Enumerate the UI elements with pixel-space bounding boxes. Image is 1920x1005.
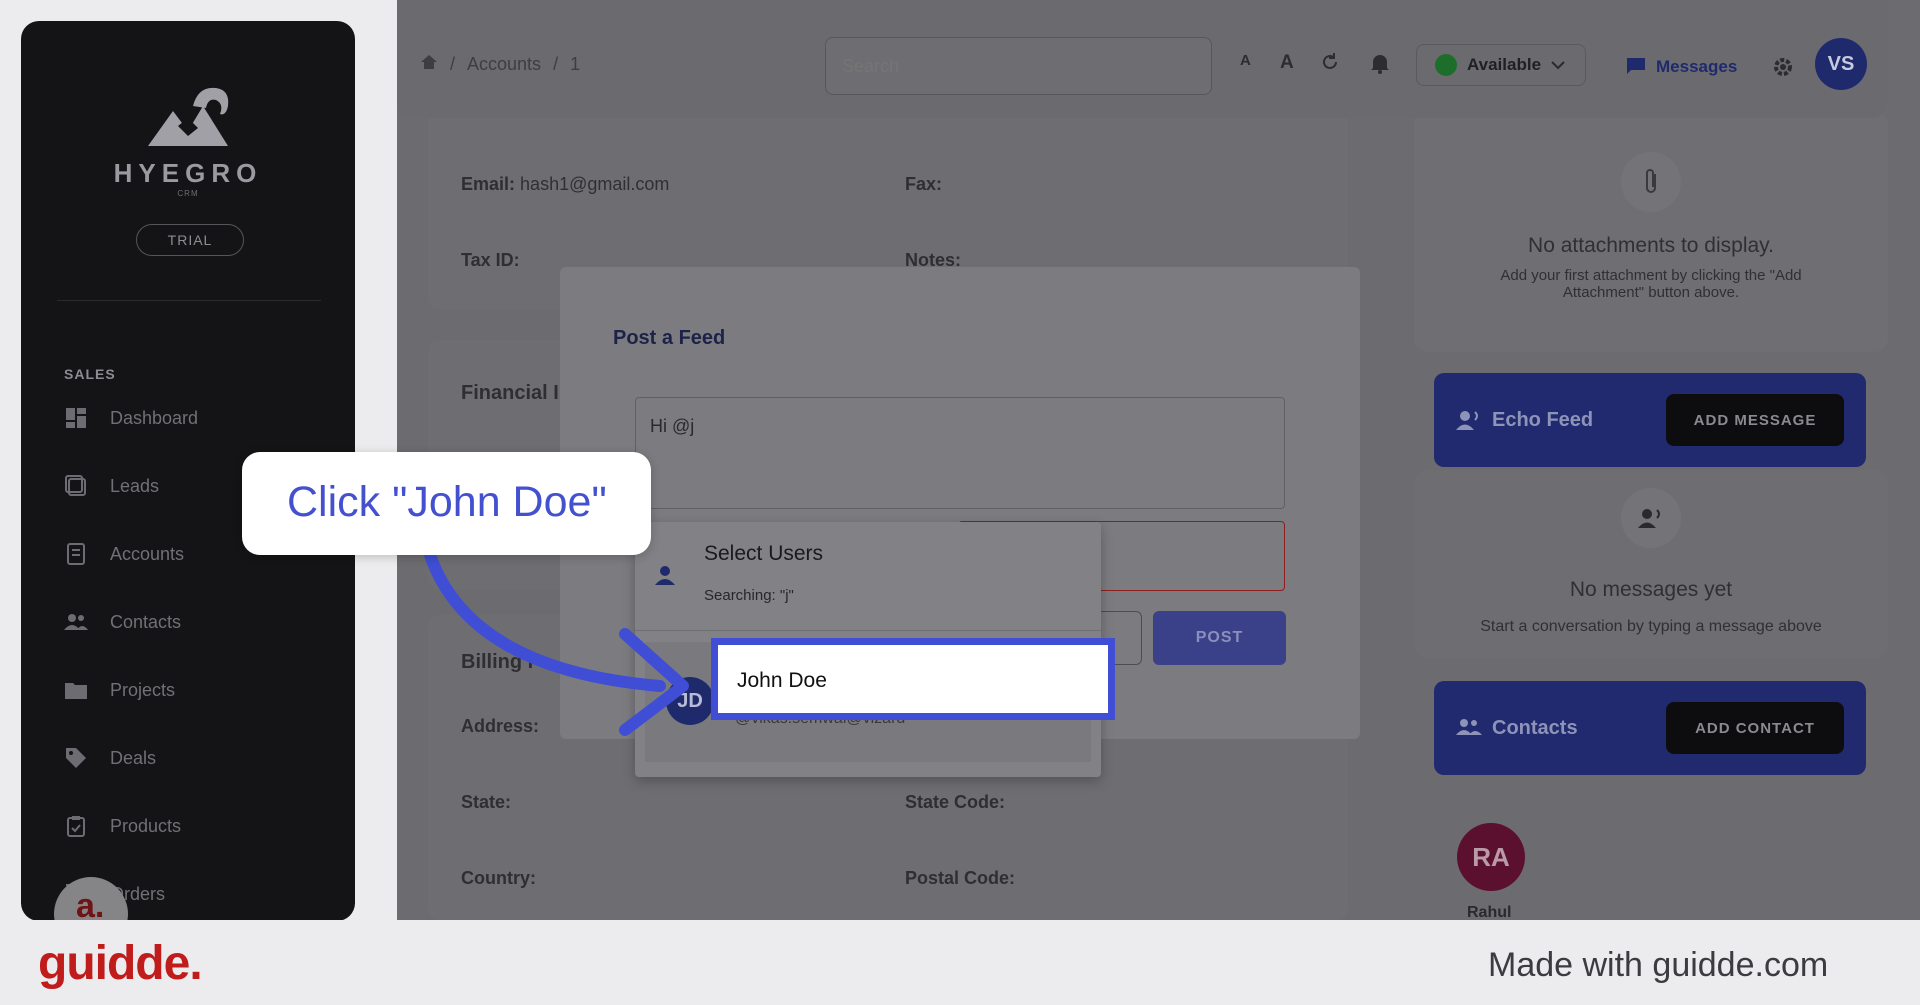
echo-feed-header: Echo Feed ADD MESSAGE bbox=[1434, 373, 1866, 467]
brand-name: HYEGRO bbox=[113, 158, 263, 188]
contact-avatar[interactable]: RA bbox=[1457, 823, 1525, 891]
callout-text: Click "John Doe" bbox=[287, 478, 607, 526]
message-icon bbox=[1626, 57, 1646, 80]
clipboard-icon bbox=[64, 814, 88, 838]
user-option-john-doe[interactable]: John Doe bbox=[711, 638, 1115, 720]
contacts-icon bbox=[64, 610, 88, 634]
sidebar-item-label: Projects bbox=[110, 679, 176, 700]
font-increase-button[interactable]: A bbox=[1280, 52, 1294, 74]
sidebar-item-label: Dashboard bbox=[110, 407, 199, 428]
refresh-icon[interactable] bbox=[1320, 52, 1340, 77]
brand-logo[interactable]: HYEGRO CRM bbox=[21, 76, 355, 198]
paperclip-icon bbox=[1621, 152, 1681, 212]
add-message-button[interactable]: ADD MESSAGE bbox=[1666, 394, 1844, 446]
email-label: Email: hash1@gmail.com bbox=[461, 174, 670, 194]
address-label: Address: bbox=[461, 716, 540, 736]
speaker-icon bbox=[1456, 409, 1482, 436]
state-label: State: bbox=[461, 792, 512, 812]
person-icon bbox=[654, 564, 676, 591]
sidebar-item-contacts[interactable]: Contacts bbox=[64, 610, 181, 634]
modal-title: Post a Feed bbox=[613, 327, 726, 349]
brand-sub: CRM bbox=[177, 189, 199, 198]
fax-label: Fax: bbox=[905, 174, 943, 194]
search-input[interactable] bbox=[825, 37, 1212, 95]
dropdown-divider bbox=[635, 630, 1101, 631]
contacts-title: Contacts bbox=[1492, 717, 1578, 739]
availability-select[interactable]: Available bbox=[1416, 44, 1586, 86]
attachments-card: No attachments to display. Add your firs… bbox=[1414, 110, 1888, 352]
feed-textarea[interactable]: Hi @j bbox=[635, 397, 1285, 509]
chevron-down-icon bbox=[1551, 55, 1565, 75]
option-avatar: JD bbox=[666, 677, 714, 725]
sidebar-item-deals[interactable]: Deals bbox=[64, 746, 156, 770]
guide-callout: Click "John Doe" bbox=[242, 452, 651, 555]
contacts-header: Contacts ADD CONTACT bbox=[1434, 681, 1866, 775]
dropdown-title: Select Users bbox=[704, 542, 824, 565]
email-value: hash1@gmail.com bbox=[520, 174, 670, 194]
made-with-text: Made with guidde.com bbox=[1488, 946, 1829, 984]
messages-link[interactable]: Messages bbox=[1626, 57, 1737, 80]
gear-icon[interactable] bbox=[1772, 56, 1794, 83]
status-dot bbox=[1435, 54, 1457, 76]
home-icon[interactable] bbox=[420, 54, 438, 75]
add-contact-button[interactable]: ADD CONTACT bbox=[1666, 702, 1844, 754]
tax-id-label: Tax ID: bbox=[461, 250, 520, 270]
accounts-icon bbox=[64, 542, 88, 566]
echo-feed-card: No messages yet Start a conversation by … bbox=[1414, 470, 1888, 658]
dashboard-icon bbox=[64, 406, 88, 430]
country-label: Country: bbox=[461, 868, 536, 888]
echo-feed-title: Echo Feed bbox=[1492, 409, 1594, 431]
sidebar-section-sales: SALES bbox=[64, 366, 116, 382]
attachments-hint: Add your first attachment by clicking th… bbox=[1500, 267, 1802, 301]
sidebar-item-dashboard[interactable]: Dashboard bbox=[64, 406, 198, 430]
breadcrumb-accounts[interactable]: Accounts bbox=[467, 54, 541, 75]
breadcrumb-current: 1 bbox=[570, 54, 581, 74]
messages-hint: Start a conversation by typing a message… bbox=[1480, 618, 1822, 635]
elephant-logo-icon bbox=[148, 87, 229, 146]
state-code-label: State Code: bbox=[905, 792, 1006, 812]
status-label: Available bbox=[1467, 55, 1542, 74]
messages-empty: No messages yet bbox=[1569, 578, 1733, 601]
sidebar-item-projects[interactable]: Projects bbox=[64, 678, 175, 702]
leads-icon bbox=[64, 474, 88, 498]
contacts-icon bbox=[1456, 717, 1482, 742]
postal-code-label: Postal Code: bbox=[905, 868, 1016, 888]
trial-badge: TRIAL bbox=[136, 224, 244, 256]
speaker-icon bbox=[1621, 488, 1681, 548]
guidde-logo[interactable]: guidde. bbox=[38, 936, 203, 991]
bell-icon[interactable] bbox=[1370, 52, 1390, 79]
dropdown-subtitle: Searching: "j" bbox=[704, 587, 794, 604]
sidebar-item-label: Products bbox=[110, 815, 182, 836]
attachments-empty: No attachments to display. bbox=[1528, 234, 1774, 257]
tag-icon bbox=[64, 746, 88, 770]
sidebar-item-label: Contacts bbox=[110, 611, 182, 632]
sidebar-item-products[interactable]: Products bbox=[64, 814, 181, 838]
post-button[interactable]: POST bbox=[1153, 611, 1286, 665]
option-name: John Doe bbox=[737, 669, 827, 692]
sidebar-item-label: Accounts bbox=[110, 543, 185, 564]
sidebar-item-label: Deals bbox=[110, 747, 157, 768]
financial-title: Financial I bbox=[461, 382, 559, 404]
breadcrumb: / Accounts / 1 bbox=[420, 54, 580, 75]
messages-label: Messages bbox=[1656, 57, 1738, 76]
sidebar-divider bbox=[57, 300, 321, 301]
footer: guidde. Made with guidde.com bbox=[0, 920, 1920, 1005]
user-avatar[interactable]: VS bbox=[1815, 38, 1867, 90]
sidebar-item-label: Leads bbox=[110, 475, 160, 496]
billing-title: Billing I bbox=[461, 651, 534, 673]
folder-icon bbox=[64, 678, 88, 702]
sidebar-item-leads[interactable]: Leads bbox=[64, 474, 159, 498]
font-decrease-button[interactable]: A bbox=[1240, 52, 1251, 69]
sidebar-item-accounts[interactable]: Accounts bbox=[64, 542, 184, 566]
